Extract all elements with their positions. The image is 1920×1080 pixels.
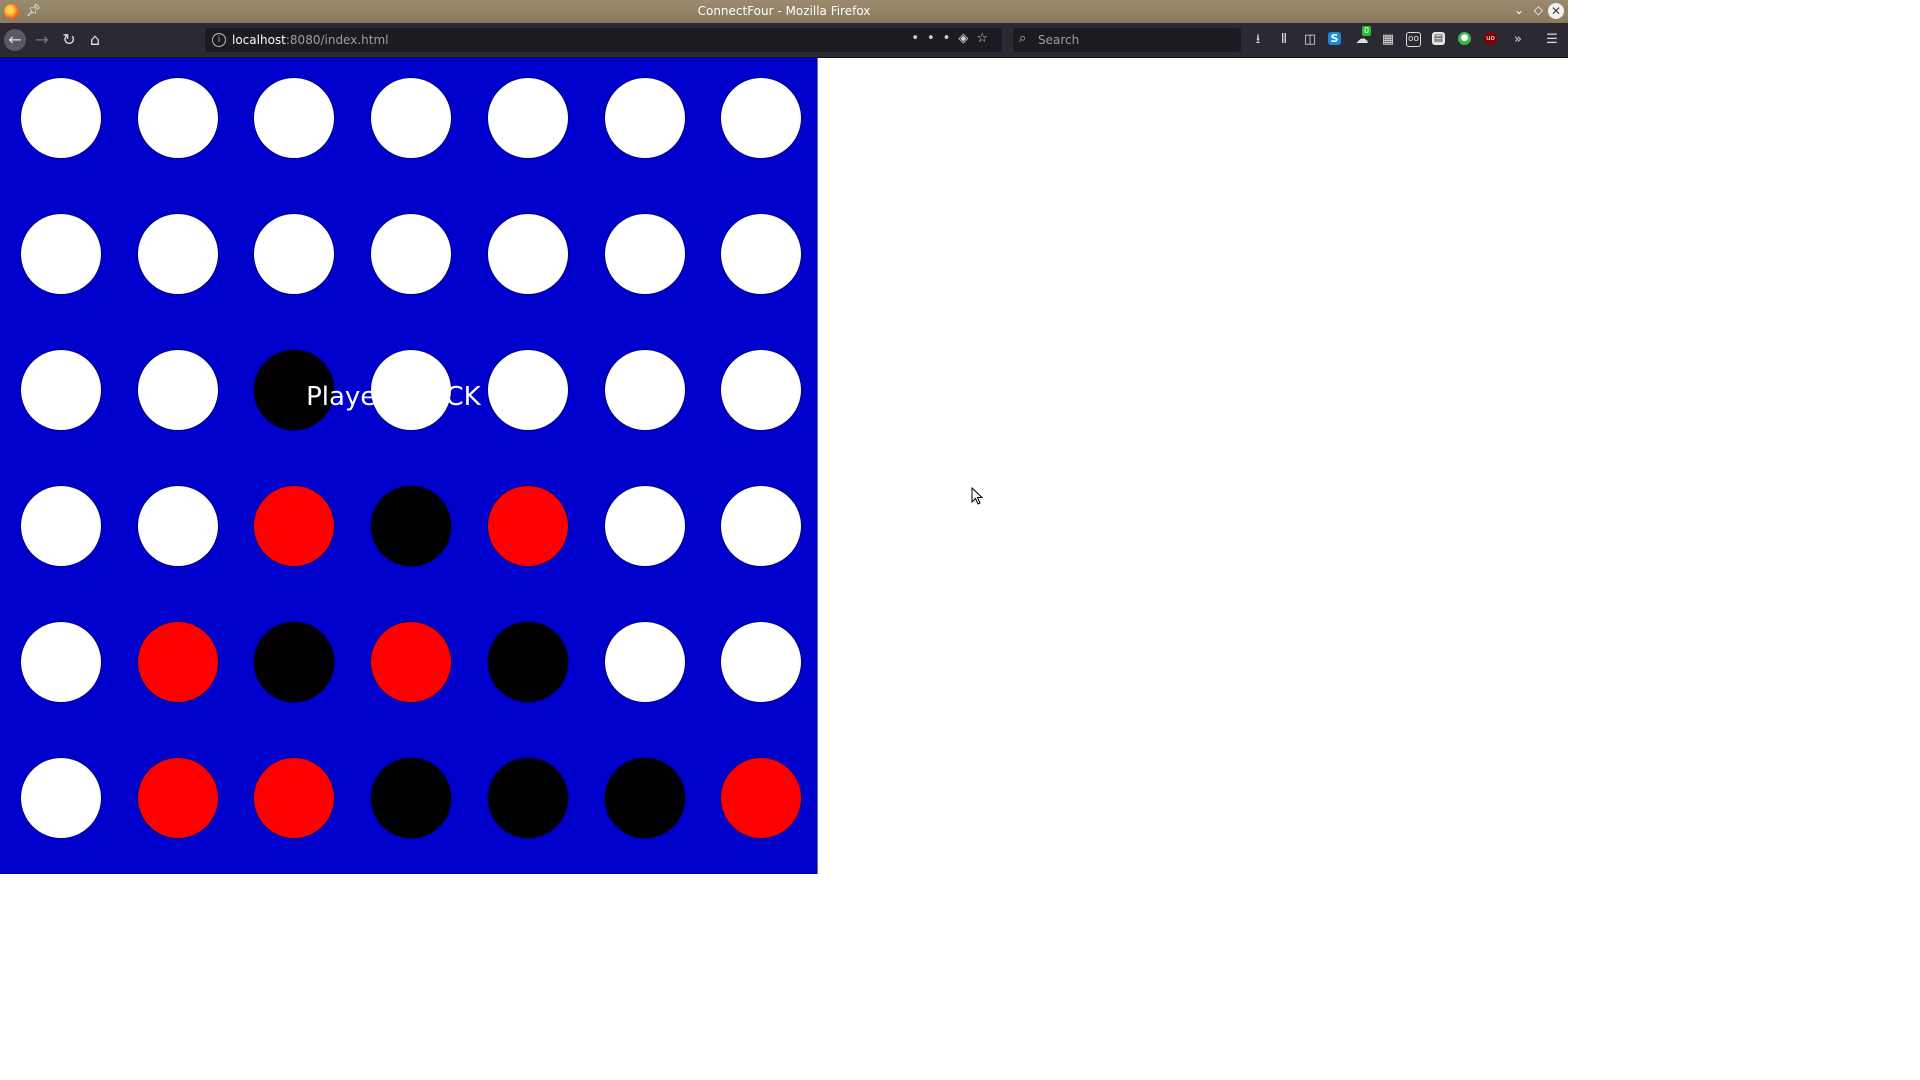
board-cell-empty[interactable] (137, 214, 218, 294)
board-cell-black[interactable] (371, 486, 452, 566)
board-cell-empty[interactable] (721, 486, 802, 566)
reload-button[interactable]: ↻ (58, 29, 80, 51)
navigation-toolbar: ← → ↻ ⌂ i localhost:8080/index.html •••◈… (0, 23, 1568, 58)
page-actions: •••◈☆ (911, 31, 996, 46)
board-cell-empty[interactable] (604, 214, 685, 294)
board-cell-black[interactable] (254, 622, 335, 702)
skype-extension-icon[interactable]: S (1328, 32, 1341, 45)
board-cell-red[interactable] (721, 758, 802, 838)
board-cell-empty[interactable] (721, 214, 802, 294)
board-cell-black[interactable] (604, 758, 685, 838)
board-cell-black[interactable] (487, 758, 568, 838)
pocket-icon[interactable]: ◈ (958, 31, 976, 46)
home-button[interactable]: ⌂ (84, 29, 106, 51)
board-cell-empty[interactable] (21, 758, 101, 838)
board-cell-empty[interactable] (487, 214, 568, 294)
board-cell-empty[interactable] (137, 78, 218, 158)
search-icon: ⌕ (1019, 31, 1027, 46)
library-icon[interactable]: Ⅱ (1276, 32, 1292, 48)
mouse-cursor-icon (971, 487, 983, 505)
page-actions-more-icon[interactable]: ••• (911, 31, 958, 46)
window-titlebar: 📌︎ ConnectFour - Mozilla Firefox ⌄ ◇ ✕ (0, 0, 1568, 23)
minimize-chevron-icon[interactable]: ⌄ (1514, 3, 1524, 17)
board-cell-red[interactable] (137, 622, 218, 702)
board-cell-red[interactable] (137, 758, 218, 838)
overflow-chevron-icon[interactable]: » (1510, 32, 1526, 48)
back-button[interactable]: ← (4, 29, 26, 51)
site-info-icon[interactable]: i (212, 33, 226, 47)
search-placeholder: Search (1038, 33, 1080, 47)
url-bar[interactable]: i localhost:8080/index.html •••◈☆ (205, 28, 1002, 52)
extension-badge: 0 (1362, 26, 1372, 36)
forward-button[interactable]: → (31, 29, 53, 51)
bookmark-star-icon[interactable]: ☆ (976, 31, 996, 46)
board-cell-empty[interactable] (21, 622, 101, 702)
container-extension-icon[interactable]: ▤ (1432, 32, 1445, 45)
board-cell-empty[interactable] (21, 486, 101, 566)
board-cell-empty[interactable] (487, 78, 568, 158)
board-cell-red[interactable] (254, 486, 335, 566)
board-cell-empty[interactable] (604, 486, 685, 566)
board-cell-empty[interactable] (21, 214, 101, 294)
url-path: :8080/index.html (285, 33, 389, 47)
board-cell-empty[interactable] (137, 486, 218, 566)
url-host: localhost (232, 33, 286, 47)
close-window-button[interactable]: ✕ (1548, 3, 1564, 19)
hamburger-menu-icon[interactable]: ☰ (1544, 32, 1560, 48)
notes-extension-icon[interactable]: ☁ 0 (1354, 26, 1372, 48)
downloads-icon[interactable]: ⭳ (1250, 32, 1266, 48)
board-cell-empty[interactable] (254, 78, 335, 158)
maximize-diamond-icon[interactable]: ◇ (1534, 3, 1543, 17)
apps-grid-icon[interactable]: ▦ (1380, 32, 1396, 48)
game-board[interactable] (0, 58, 818, 874)
board-cell-empty[interactable] (371, 214, 452, 294)
board-cell-empty[interactable] (21, 78, 101, 158)
green-extension-icon[interactable]: ● (1458, 32, 1471, 45)
sidebar-icon[interactable]: ◫ (1302, 32, 1318, 48)
board-cell-red[interactable] (487, 486, 568, 566)
url-text[interactable]: localhost:8080/index.html (232, 33, 388, 47)
board-cell-empty[interactable] (721, 78, 802, 158)
board-cell-black[interactable] (371, 758, 452, 838)
board-cell-empty[interactable] (604, 78, 685, 158)
board-cell-empty[interactable] (604, 622, 685, 702)
game-status-message: Player BLACK wins! (306, 382, 558, 412)
board-cell-red[interactable] (371, 622, 452, 702)
ublock-icon[interactable]: uo (1484, 32, 1497, 45)
board-cell-empty[interactable] (254, 214, 335, 294)
board-cell-red[interactable] (254, 758, 335, 838)
board-cell-empty[interactable] (721, 622, 802, 702)
search-bar[interactable]: ⌕ Search (1013, 28, 1241, 52)
reader-extension-icon[interactable]: oo (1406, 32, 1421, 47)
window-title: ConnectFour - Mozilla Firefox (697, 4, 871, 18)
board-cell-empty[interactable] (371, 78, 452, 158)
board-cell-black[interactable] (487, 622, 568, 702)
